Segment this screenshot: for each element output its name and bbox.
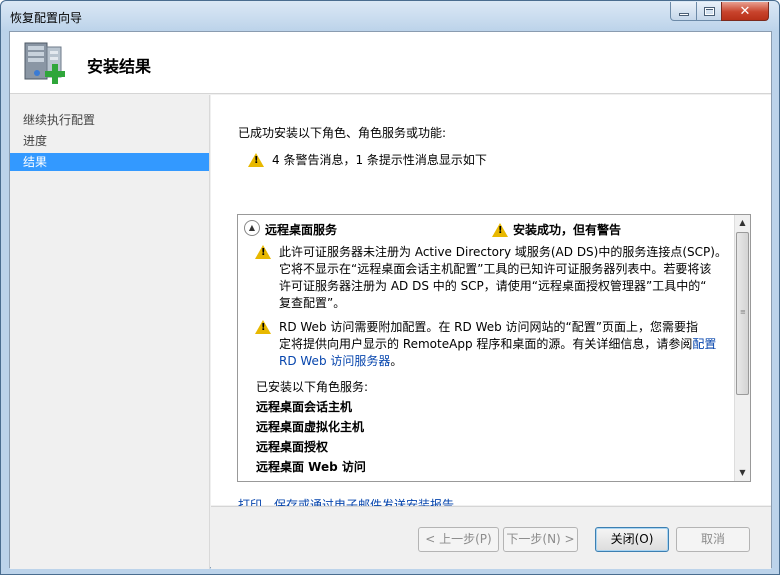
message-line: 此许可证服务器未注册为 Active Directory 域服务(AD DS)中… [279,245,727,259]
page-title: 安装结果 [87,57,152,76]
list-item: 远程桌面虚拟化主机 [256,420,365,434]
previous-button[interactable]: < 上一步(P) [418,527,499,552]
config-link[interactable]: 配置 [692,337,716,351]
results-content: ▲ 远程桌面服务 安装成功，但有警告 此许可证服务器未注册为 Active Di… [238,215,735,481]
scrollbar-thumb[interactable]: ≡ [736,232,749,395]
list-item: 远程桌面授权 [256,440,329,454]
close-window-button[interactable]: ✕ [721,2,769,21]
message-line: 定将提供向用户显示的 RemoteApp 程序和桌面的源。有关详细信息，请参阅 [279,337,693,351]
warning-summary: 4 条警告消息，1 条提示性消息显示如下 [248,151,487,168]
scroll-up-arrow-icon[interactable]: ▲ [735,215,750,231]
vertical-scrollbar[interactable]: ▲ ≡ ▼ [734,215,750,481]
minimize-icon [678,13,689,16]
next-button[interactable]: 下一步(N) > [503,527,578,552]
message-line: 它将不显示在“远程桌面会话主机配置”工具的已知许可证服务器列表中。若要将该 [279,262,712,276]
close-icon: ✕ [739,3,751,19]
cancel-button[interactable]: 取消 [676,527,750,552]
title-bar[interactable]: 恢复配置向导 ✕ [1,1,779,31]
sidebar-item-progress[interactable]: 进度 [10,132,209,150]
list-item: 远程桌面 Web 访问 [256,460,366,474]
warning-message-scp: 此许可证服务器未注册为 Active Directory 域服务(AD DS)中… [255,244,730,312]
summary-text: 4 条警告消息，1 条提示性消息显示如下 [272,153,487,167]
minimize-button[interactable] [670,2,697,21]
collapse-button[interactable]: ▲ [244,220,260,236]
grip-icon: ≡ [740,308,746,316]
rd-web-server-link[interactable]: RD Web 访问服务器 [279,354,390,368]
section-name: 远程桌面服务 [265,223,338,237]
installed-services-heading: 已安装以下角色服务: [256,380,369,394]
maximize-icon [703,6,715,16]
warning-icon [255,320,271,334]
wizard-client-area: 安装结果 继续执行配置 进度 结果 已成功安装以下角色、角色服务或功能: 4 条… [9,31,772,569]
wizard-footer: < 上一步(P) 下一步(N) > 关闭(O) 取消 [211,506,771,569]
warning-icon [492,222,508,237]
message-line: 复查配置”。 [279,296,346,310]
window-title: 恢复配置向导 [10,11,83,25]
sidebar-item-continue-config[interactable]: 继续执行配置 [10,111,209,129]
message-tail: 。 [390,354,403,368]
server-add-icon [24,42,65,84]
section-status-text: 安装成功，但有警告 [513,223,622,237]
message-line: RD Web 访问需要附加配置。在 RD Web 访问网站的“配置”页面上，您需… [279,320,698,334]
maximize-button[interactable] [696,2,722,21]
wizard-steps-sidebar: 继续执行配置 进度 结果 [10,95,210,569]
section-status: 安装成功，但有警告 [492,221,621,238]
warning-icon [248,152,264,167]
results-list-box[interactable]: ▲ 远程桌面服务 安装成功，但有警告 此许可证服务器未注册为 Active Di… [237,214,751,482]
section-header-rds: ▲ 远程桌面服务 安装成功，但有警告 [244,220,732,238]
message-line: 许可证服务器注册为 AD DS 中的 SCP，请使用“远程桌面授权管理器”工具中… [279,279,707,293]
wizard-window: 恢复配置向导 ✕ 安装结果 继续执行配置 进度 结果 已成功安装以下角色、角色服… [0,0,780,575]
warning-icon [255,245,271,259]
success-label: 已成功安装以下角色、角色服务或功能: [238,126,447,140]
list-item: 远程桌面会话主机 [256,400,353,414]
sidebar-item-results[interactable]: 结果 [10,153,209,171]
close-button[interactable]: 关闭(O) [595,527,669,552]
warning-message-rdweb: RD Web 访问需要附加配置。在 RD Web 访问网站的“配置”页面上，您需… [255,319,730,370]
results-panel: 已成功安装以下角色、角色服务或功能: 4 条警告消息，1 条提示性消息显示如下 … [211,95,771,512]
chevron-up-icon: ▲ [248,223,256,232]
scroll-down-arrow-icon[interactable]: ▼ [735,465,750,481]
wizard-header: 安装结果 [10,32,771,94]
